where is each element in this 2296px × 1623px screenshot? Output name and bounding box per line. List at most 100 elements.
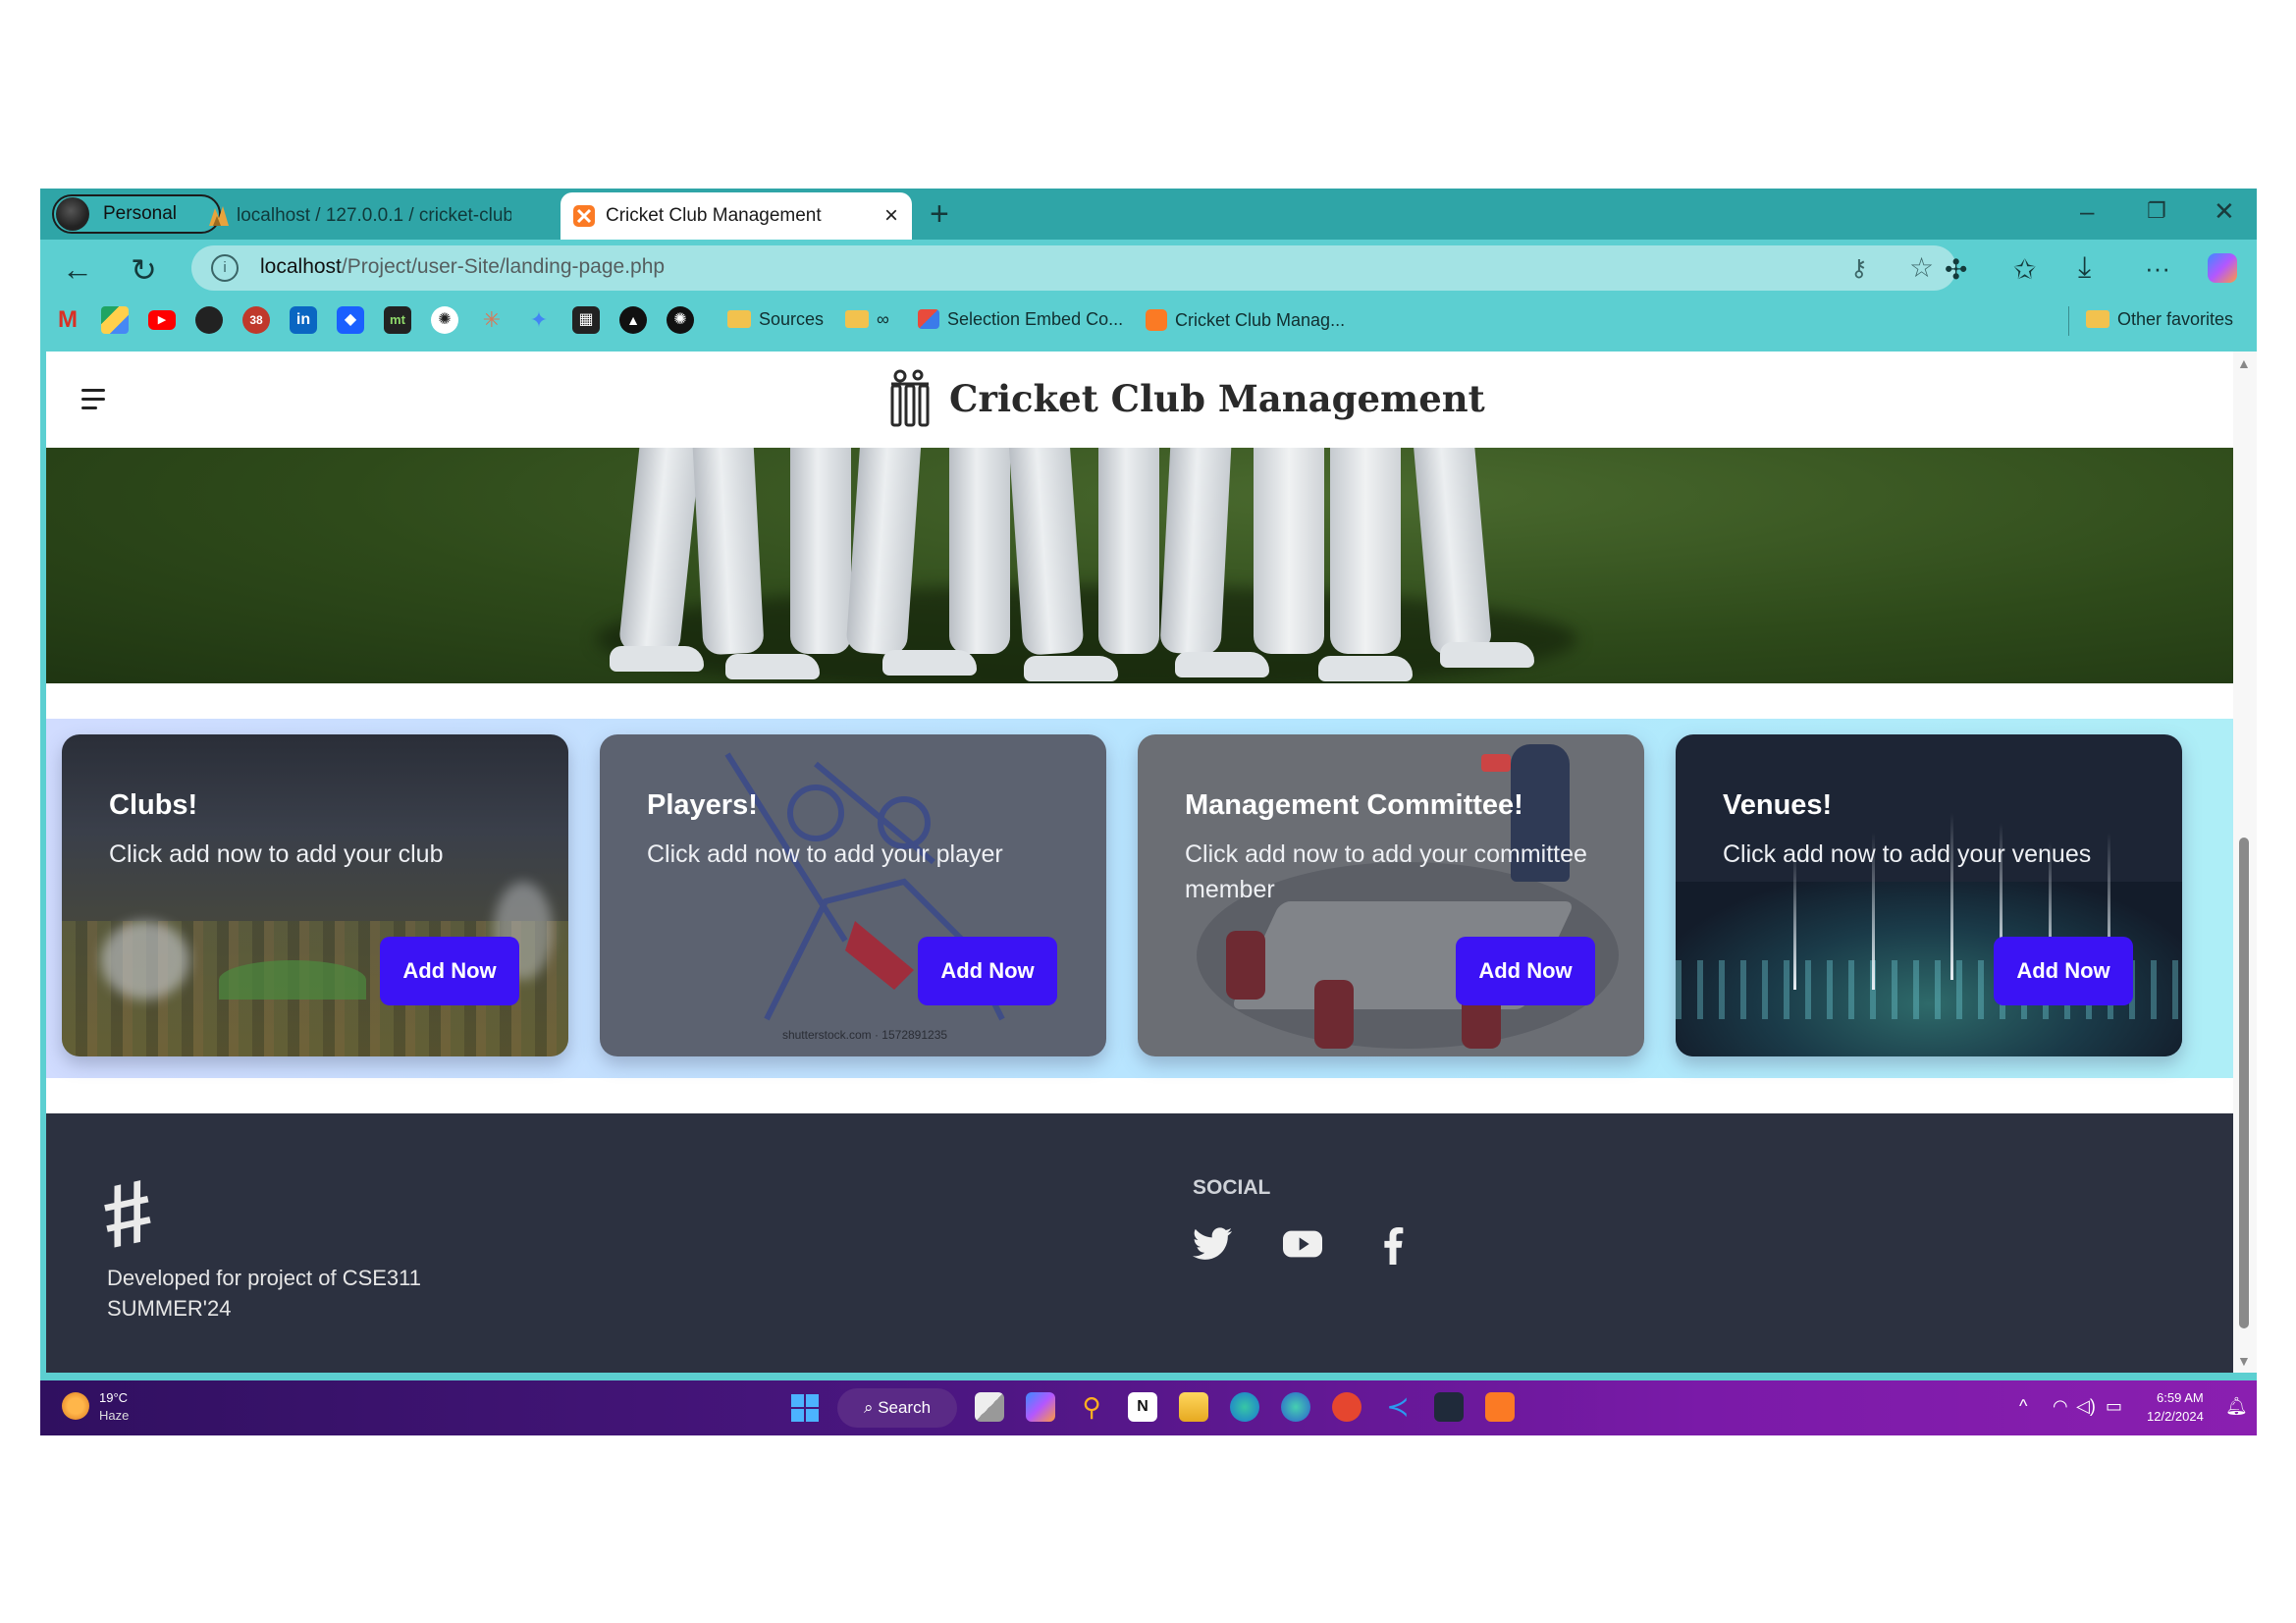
add-player-button[interactable]: Add Now <box>918 937 1057 1005</box>
notification-bell-icon[interactable]: 🔔︎ <box>2225 1396 2248 1417</box>
scroll-thumb[interactable] <box>2239 838 2249 1328</box>
search-label: Search <box>878 1398 932 1417</box>
wifi-icon[interactable]: ◠ <box>2053 1396 2068 1417</box>
youtube-icon[interactable] <box>1283 1227 1322 1261</box>
scroll-up-icon[interactable]: ▲ <box>2237 355 2251 371</box>
triangle-app-icon[interactable]: ▲ <box>619 306 647 334</box>
task-view-icon[interactable] <box>975 1392 1004 1422</box>
xampp-taskbar-icon[interactable] <box>1485 1392 1515 1422</box>
chatgpt-icon[interactable]: ✺ <box>431 306 458 334</box>
gemini-icon[interactable]: ✦ <box>525 306 553 334</box>
grid-app-icon[interactable]: ▦ <box>572 306 600 334</box>
back-icon[interactable]: ← <box>62 251 93 288</box>
chevron-up-icon[interactable]: ^ <box>2019 1396 2027 1417</box>
mt-icon[interactable]: mt <box>384 306 411 334</box>
calendar-icon[interactable]: 38 <box>242 306 270 334</box>
drive-icon[interactable] <box>101 306 129 334</box>
app-red-icon[interactable] <box>1332 1392 1362 1422</box>
add-venue-button[interactable]: Add Now <box>1994 937 2133 1005</box>
file-explorer-icon[interactable] <box>1179 1392 1208 1422</box>
hero-image <box>46 448 2233 683</box>
linkedin-icon[interactable]: in <box>290 306 317 334</box>
social-heading: SOCIAL <box>1193 1176 1271 1199</box>
card-text: Click add now to add your venues <box>1723 840 2092 868</box>
xampp-icon <box>1146 309 1167 331</box>
card-clubs: Clubs! Click add now to add your club Ad… <box>62 734 568 1056</box>
app-icon <box>918 309 939 329</box>
minimize-icon[interactable]: – <box>2080 196 2094 227</box>
bookmark-sources[interactable]: Sources <box>727 309 824 330</box>
folder-icon <box>727 310 751 328</box>
divider <box>2068 306 2069 336</box>
youtube-bookmark-icon[interactable]: ▶ <box>148 310 176 330</box>
dropbox-icon[interactable]: ◆ <box>337 306 364 334</box>
download-icon[interactable]: ⤓ <box>2078 251 2091 285</box>
site-header: Cricket Club Management <box>46 352 2233 448</box>
extensions-icon[interactable]: ✣ <box>1945 253 1967 286</box>
star-icon[interactable]: ☆ <box>1909 251 1934 284</box>
close-icon[interactable]: × <box>884 202 898 230</box>
perplexity-icon[interactable]: ✺ <box>667 306 694 334</box>
folder-icon <box>845 310 869 328</box>
info-icon[interactable]: i <box>211 254 239 282</box>
twitter-icon[interactable] <box>1193 1227 1232 1261</box>
tab-strip: Personal localhost / 127.0.0.1 / cricket… <box>40 189 2257 240</box>
avatar <box>56 197 89 231</box>
card-management-committee: Management Committee! Click add now to a… <box>1138 734 1644 1056</box>
taskbar: 19°C Haze ⌕ Search ⚲ N ≺ ^ ◠ ◁) ▭ 6:59 A… <box>40 1380 2257 1435</box>
bookmark-other-favorites[interactable]: Other favorites <box>2086 309 2233 330</box>
bookmark-selection-embed[interactable]: Selection Embed Co... <box>918 309 1123 330</box>
taskbar-search[interactable]: ⌕ Search <box>837 1388 957 1428</box>
davinci-icon[interactable] <box>1434 1392 1464 1422</box>
copilot-taskbar-icon[interactable] <box>1026 1392 1055 1422</box>
vscode-icon[interactable]: ≺ <box>1383 1392 1413 1422</box>
gmail-icon[interactable]: M <box>54 306 81 334</box>
folder-icon <box>2086 310 2109 328</box>
footer-text: Developed for project of CSE311 SUMMER'2… <box>107 1266 421 1321</box>
key-icon[interactable]: ⚷ <box>1850 254 1868 283</box>
notion-icon[interactable]: N <box>1128 1392 1157 1422</box>
refresh-icon[interactable]: ↻ <box>131 251 157 289</box>
tab-cricket-club[interactable]: Cricket Club Management × <box>561 192 912 240</box>
new-tab-icon[interactable]: + <box>930 194 949 234</box>
restore-icon[interactable]: ❐ <box>2147 198 2166 224</box>
card-players: shutterstock.com · 1572891235 Players! C… <box>600 734 1106 1056</box>
facebook-icon[interactable] <box>1381 1227 1405 1265</box>
copilot-icon[interactable] <box>2208 253 2237 283</box>
address-bar[interactable]: i localhost/Project/user-Site/landing-pa… <box>191 245 1956 291</box>
card-title: Clubs! <box>109 789 198 821</box>
volume-icon[interactable]: ◁) <box>2076 1396 2096 1417</box>
phpmyadmin-icon <box>209 206 229 226</box>
add-club-button[interactable]: Add Now <box>380 937 519 1005</box>
github-icon[interactable] <box>195 306 223 334</box>
battery-icon[interactable]: ▭ <box>2106 1396 2122 1417</box>
window-close-icon[interactable]: ✕ <box>2214 196 2235 227</box>
edge-beta-icon[interactable] <box>1281 1392 1310 1422</box>
favorites-icon[interactable]: ✩ <box>2013 253 2036 286</box>
profile-label: Personal <box>103 203 177 224</box>
claude-icon[interactable]: ✳ <box>478 306 506 334</box>
scroll-down-icon[interactable]: ▼ <box>2237 1353 2251 1369</box>
more-icon[interactable]: ··· <box>2145 253 2170 284</box>
bookmark-cricket-club[interactable]: Cricket Club Manag... <box>1146 309 1345 331</box>
weather-icon[interactable] <box>62 1392 89 1420</box>
site-title: Cricket Club Management <box>949 377 1485 420</box>
tab-title: Cricket Club Management <box>606 205 822 226</box>
search-app-icon[interactable]: ⚲ <box>1077 1392 1106 1422</box>
weather-condition: Haze <box>99 1408 130 1423</box>
site-brand[interactable]: Cricket Club Management <box>886 367 1485 430</box>
browser-window: Personal localhost / 127.0.0.1 / cricket… <box>40 189 2257 1435</box>
xampp-icon <box>573 205 595 227</box>
menu-icon[interactable] <box>81 389 105 415</box>
windows-start-icon[interactable] <box>791 1394 819 1422</box>
edge-icon[interactable] <box>1230 1392 1259 1422</box>
add-committee-member-button[interactable]: Add Now <box>1456 937 1595 1005</box>
bookmark-infinity-folder[interactable]: ∞ <box>845 309 889 330</box>
tab-phpmyadmin[interactable]: localhost / 127.0.0.1 / cricket-club × <box>195 192 588 240</box>
site-footer: # Developed for project of CSE311 SUMMER… <box>46 1113 2233 1373</box>
image-watermark: shutterstock.com · 1572891235 <box>782 1028 947 1039</box>
hashtag-logo-icon: # <box>93 1161 162 1269</box>
card-text: Click add now to add your committee memb… <box>1185 840 1587 903</box>
bookmarks-bar: M ▶ 38 in ◆ mt ✺ ✳ ✦ ▦ ▲ ✺ Sources ∞ Sel… <box>40 298 2257 344</box>
page-scrollbar[interactable]: ▲ ▼ <box>2233 352 2257 1373</box>
